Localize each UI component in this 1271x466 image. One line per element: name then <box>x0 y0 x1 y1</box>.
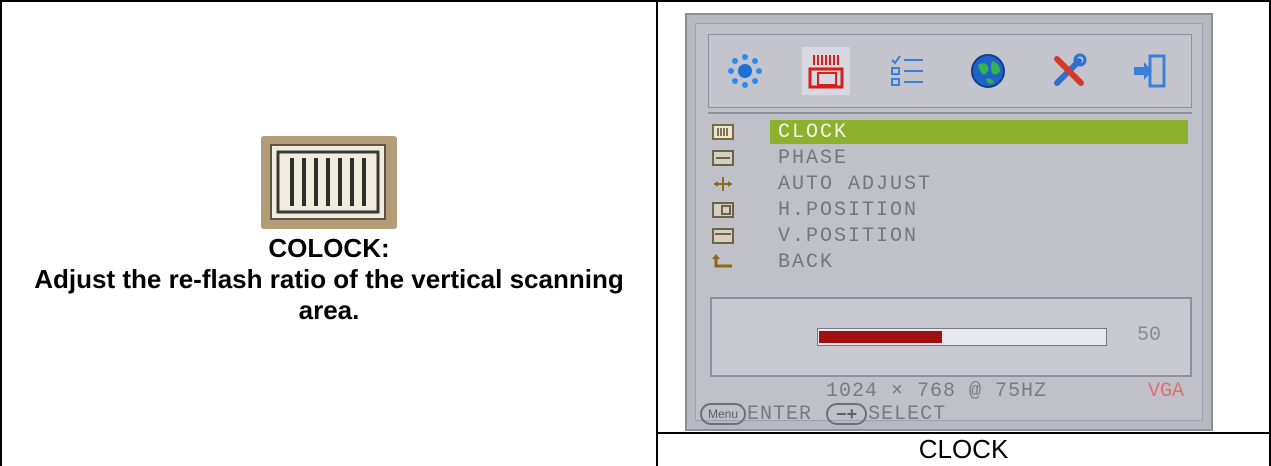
slider-value: 50 <box>1137 324 1162 347</box>
phase-icon <box>712 149 734 167</box>
exit-icon[interactable] <box>1126 47 1174 95</box>
menu-item-v-position[interactable]: V.POSITION <box>710 223 1194 249</box>
options-list-icon[interactable] <box>883 47 931 95</box>
setting-title: COLOCK: <box>268 233 390 263</box>
language-globe-icon[interactable] <box>964 47 1012 95</box>
clock-slider-box: 50 <box>710 297 1192 377</box>
menu-item-clock[interactable]: CLOCK <box>710 119 1194 145</box>
osd-screenshot: CLOCK PHASE AUTO ADJUST H.POSITION V.POS… <box>685 13 1213 431</box>
signal-source: VGA <box>1148 380 1185 403</box>
description-cell: COLOCK: Adjust the re-flash ratio of the… <box>2 2 656 464</box>
menu-item-auto-adjust[interactable]: AUTO ADJUST <box>710 171 1194 197</box>
menu-item-label: PHASE <box>778 146 849 170</box>
clock-slider[interactable] <box>817 328 1107 346</box>
setting-description: Adjust the re-flash ratio of the vertica… <box>34 264 624 325</box>
menu-item-h-position[interactable]: H.POSITION <box>710 197 1194 223</box>
barcode-clock-icon <box>276 150 380 214</box>
osd-menu: CLOCK PHASE AUTO ADJUST H.POSITION V.POS… <box>710 119 1194 275</box>
image-caption: CLOCK <box>918 434 1009 464</box>
osd-footer: Menu ENTER −+ SELECT <box>700 401 960 427</box>
osd-icon-bar <box>708 34 1192 108</box>
clock-icon-large <box>261 136 397 229</box>
select-label: SELECT <box>868 402 947 426</box>
enter-label: ENTER <box>747 402 813 426</box>
osd-separator <box>708 112 1192 114</box>
menu-item-label: V.POSITION <box>778 224 919 248</box>
slider-fill <box>819 331 942 343</box>
auto-adjust-icon <box>712 175 734 193</box>
tools-icon[interactable] <box>1045 47 1093 95</box>
v-position-icon <box>712 227 734 245</box>
menu-key-icon: Menu <box>700 403 747 425</box>
menu-item-label: CLOCK <box>778 120 849 144</box>
back-arrow-icon <box>712 253 734 271</box>
clock-image-icon[interactable] <box>802 47 850 95</box>
resolution-readout: 1024 × 768 @ 75HZ <box>826 380 1048 403</box>
menu-item-back[interactable]: BACK <box>710 249 1194 275</box>
menu-item-phase[interactable]: PHASE <box>710 145 1194 171</box>
osd-panel: CLOCK PHASE AUTO ADJUST H.POSITION V.POS… <box>695 23 1203 426</box>
clock-icon <box>712 123 734 141</box>
h-position-icon <box>712 201 734 219</box>
brightness-icon[interactable] <box>721 47 769 95</box>
menu-item-label: H.POSITION <box>778 198 919 222</box>
menu-item-label: AUTO ADJUST <box>778 172 933 196</box>
table-column-divider <box>656 0 658 466</box>
plus-minus-key-icon: −+ <box>826 403 868 425</box>
menu-item-label: BACK <box>778 250 835 274</box>
